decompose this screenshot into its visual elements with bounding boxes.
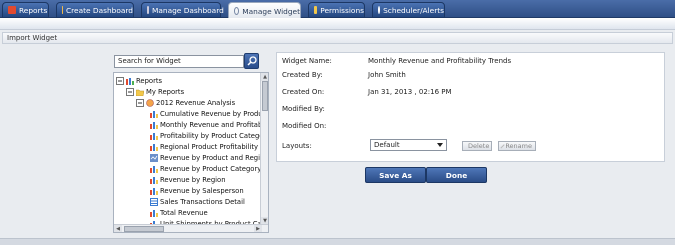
tab-manage-widget-label: Manage Widget xyxy=(242,6,300,16)
created-by-label: Created By: xyxy=(282,71,323,79)
manage-dashboard-icon xyxy=(147,6,149,14)
scroll-left-icon[interactable]: ◀ xyxy=(114,225,122,232)
tree-my-reports-label: My Reports xyxy=(146,87,185,96)
created-on-value: Jan 31, 2013 , 02:16 PM xyxy=(368,88,452,96)
lock-icon xyxy=(314,6,318,14)
tree-item-label: Revenue by Region xyxy=(160,175,226,184)
modified-by-label: Modified By: xyxy=(282,105,325,113)
tab-reports[interactable]: Reports xyxy=(2,2,49,18)
layouts-select-value: Default xyxy=(374,141,400,149)
scheduler-icon xyxy=(378,6,381,14)
tree-item[interactable]: Regional Product Profitability xyxy=(150,141,258,152)
tree-item-label: Sales Transactions Detail xyxy=(160,197,245,206)
tree-item-label: Total Revenue xyxy=(160,208,208,217)
widget-name-value: Monthly Revenue and Profitability Trends xyxy=(368,57,512,65)
tab-manage-widget[interactable]: Manage Widget xyxy=(228,2,301,19)
manage-widget-icon xyxy=(234,7,240,15)
search-icon xyxy=(246,56,257,66)
done-button[interactable]: Done xyxy=(426,167,487,183)
chevron-down-icon xyxy=(437,143,443,147)
layouts-label: Layouts: xyxy=(282,142,312,150)
report-table-icon xyxy=(150,197,158,206)
modified-on-label: Modified On: xyxy=(282,122,327,130)
scroll-thumb[interactable] xyxy=(124,226,164,232)
tree-item[interactable]: Total Revenue xyxy=(150,207,208,218)
scroll-right-icon[interactable]: ▶ xyxy=(254,225,262,232)
analysis-folder-icon xyxy=(146,98,154,107)
tree-my-reports[interactable]: My Reports xyxy=(126,86,184,97)
rename-button[interactable]: Rename xyxy=(498,141,536,151)
collapse-icon[interactable] xyxy=(126,87,134,96)
section-title: Import Widget xyxy=(7,34,58,42)
folder-open-icon xyxy=(136,89,144,96)
tree-vertical-scrollbar[interactable]: ▲ ▼ xyxy=(260,73,268,225)
tree-item-label: Cumulative Revenue by Product xyxy=(160,109,269,118)
tab-create-dashboard-label: Create Dashboard xyxy=(65,5,133,15)
delete-button[interactable]: Delete xyxy=(462,141,492,151)
tree-root[interactable]: Reports xyxy=(116,75,162,86)
rename-label: Rename xyxy=(505,142,532,150)
layouts-select[interactable]: Default xyxy=(370,139,447,151)
tab-create-dashboard[interactable]: Create Dashboard xyxy=(56,2,134,18)
scroll-thumb[interactable] xyxy=(262,81,268,111)
tree-item[interactable]: Monthly Revenue and Profitability xyxy=(150,119,269,130)
report-chart-icon xyxy=(150,165,158,173)
tree-item[interactable]: Profitability by Product Category xyxy=(150,130,269,141)
tab-reports-label: Reports xyxy=(19,5,48,15)
reports-folder-icon xyxy=(126,77,134,85)
rename-icon xyxy=(500,143,505,149)
tree-item-label: Regional Product Profitability xyxy=(160,142,259,151)
tree-item[interactable]: Revenue by Region xyxy=(150,174,226,185)
main-tab-bar: Reports Create Dashboard Manage Dashboar… xyxy=(0,0,675,19)
collapse-icon[interactable] xyxy=(116,76,124,85)
reports-icon xyxy=(8,6,16,14)
sub-toolbar xyxy=(0,18,675,30)
collapse-icon[interactable] xyxy=(136,98,144,107)
report-chart-icon xyxy=(150,110,158,118)
tab-scheduler-label: Scheduler/Alerts xyxy=(383,5,444,15)
widget-name-label: Widget Name: xyxy=(282,57,332,65)
section-header: Import Widget xyxy=(2,32,673,44)
tree-item[interactable]: Revenue by Salesperson xyxy=(150,185,244,196)
tree-root-label: Reports xyxy=(136,76,163,85)
tree-item[interactable]: Revenue by Product and Region xyxy=(150,152,268,163)
report-chart-icon xyxy=(150,121,158,129)
created-by-value: John Smith xyxy=(368,71,406,79)
tree-item-label: Monthly Revenue and Profitability xyxy=(160,120,269,129)
tree-item-label: Profitability by Product Category xyxy=(160,131,269,140)
report-chart-icon xyxy=(150,132,158,140)
scroll-up-icon[interactable]: ▲ xyxy=(261,73,268,81)
search-input-text: Search for Widget xyxy=(118,57,181,65)
tree-item-label: Revenue by Product and Region xyxy=(160,153,269,162)
tab-manage-dashboard-label: Manage Dashboard xyxy=(152,5,224,15)
done-label: Done xyxy=(445,170,468,180)
tree-item-label: Revenue by Salesperson xyxy=(160,186,244,195)
tree-item[interactable]: Cumulative Revenue by Product xyxy=(150,108,269,119)
footer-bar xyxy=(0,238,675,245)
created-on-label: Created On: xyxy=(282,88,325,96)
create-dashboard-icon xyxy=(62,6,63,14)
tab-permissions[interactable]: Permissions xyxy=(308,2,365,18)
report-chart-icon xyxy=(150,187,158,195)
save-as-button[interactable]: Save As xyxy=(365,167,426,183)
tree-horizontal-scrollbar[interactable]: ◀ ▶ xyxy=(114,224,268,232)
tab-permissions-label: Permissions xyxy=(320,5,364,15)
tree-folder-2012[interactable]: 2012 Revenue Analysis xyxy=(136,97,235,108)
report-map-icon xyxy=(150,153,158,162)
delete-label: Delete xyxy=(468,142,490,150)
save-as-label: Save As xyxy=(379,170,412,180)
report-chart-icon xyxy=(150,209,158,217)
tab-scheduler-alerts[interactable]: Scheduler/Alerts xyxy=(372,2,445,18)
search-input[interactable]: Search for Widget xyxy=(114,55,244,68)
report-chart-icon xyxy=(150,176,158,184)
tab-manage-dashboard[interactable]: Manage Dashboard xyxy=(141,2,224,18)
search-button[interactable] xyxy=(244,53,259,69)
widget-tree: Reports My Reports 2012 Revenue Analysis… xyxy=(113,72,269,233)
tree-folder-label: 2012 Revenue Analysis xyxy=(156,98,236,107)
report-chart-icon xyxy=(150,143,158,151)
tree-item-label: Revenue by Product Category xyxy=(160,164,262,173)
tree-item[interactable]: Sales Transactions Detail xyxy=(150,196,245,207)
tree-item[interactable]: Revenue by Product Category xyxy=(150,163,261,174)
